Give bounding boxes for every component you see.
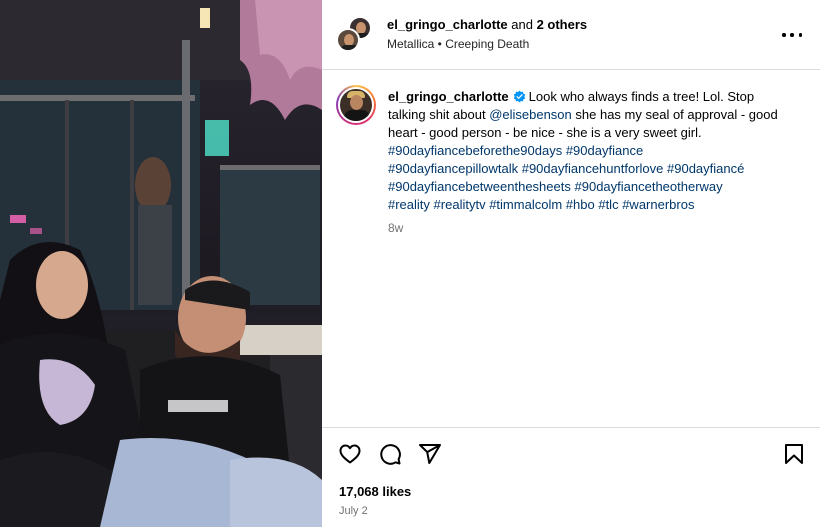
more-options-icon[interactable] (782, 28, 802, 42)
likes-count-link[interactable]: 17,068 likes (339, 484, 411, 499)
comment-icon[interactable] (378, 442, 402, 466)
other-authors-link[interactable]: 2 others (537, 17, 588, 32)
post-photo[interactable] (0, 0, 322, 527)
hashtag-link[interactable]: #warnerbros (622, 197, 694, 212)
audio-track-link[interactable]: Metallica • Creeping Death (387, 37, 529, 51)
hashtag-link[interactable]: #hbo (566, 197, 595, 212)
post-caption: el_gringo_charlotte Look who always finds… (388, 88, 788, 214)
post-footer: 17,068 likes July 2 (322, 427, 820, 527)
heart-icon[interactable] (338, 442, 362, 466)
caption-author-avatar[interactable] (336, 85, 376, 125)
hashtag-link[interactable]: #90dayfiancepillowtalk (388, 161, 518, 176)
post-header: el_gringo_charlotte and 2 others Metalli… (322, 0, 820, 70)
hashtag-link[interactable]: #timmalcolm (489, 197, 562, 212)
post-authors: el_gringo_charlotte and 2 others (387, 16, 587, 34)
post-details-pane: el_gringo_charlotte and 2 others Metalli… (322, 0, 820, 527)
hashtag-link[interactable]: #90dayfiance (566, 143, 643, 158)
author-username-link[interactable]: el_gringo_charlotte (387, 17, 508, 32)
collab-avatar-primary[interactable] (336, 28, 360, 52)
post-date-link[interactable]: July 2 (339, 505, 368, 517)
caption-username-link[interactable]: el_gringo_charlotte (388, 89, 509, 104)
post-actions (338, 442, 442, 466)
hashtag-link[interactable]: #90dayfiancebeforethe90days (388, 143, 562, 158)
hashtag-link[interactable]: #90dayfiancehuntforlove (522, 161, 664, 176)
hashtag-link[interactable]: #90dayfiancé (667, 161, 744, 176)
share-icon[interactable] (418, 442, 442, 466)
caption-mention-link[interactable]: @elisebenson (489, 107, 572, 122)
hashtag-link[interactable]: #realitytv (434, 197, 486, 212)
post-photo-image (0, 0, 322, 527)
verified-badge-icon (513, 90, 525, 103)
authors-conjunction: and (507, 17, 537, 32)
collab-avatars[interactable] (336, 16, 374, 54)
hashtag-link[interactable]: #reality (388, 197, 430, 212)
caption-age-timestamp[interactable]: 8w (388, 221, 403, 235)
bookmark-icon[interactable] (782, 442, 806, 466)
hashtag-link[interactable]: #90dayfiancebetweenthesheets (388, 179, 571, 194)
hashtag-link[interactable]: #90dayfiancetheotherway (575, 179, 723, 194)
hashtag-link[interactable]: #tlc (598, 197, 618, 212)
